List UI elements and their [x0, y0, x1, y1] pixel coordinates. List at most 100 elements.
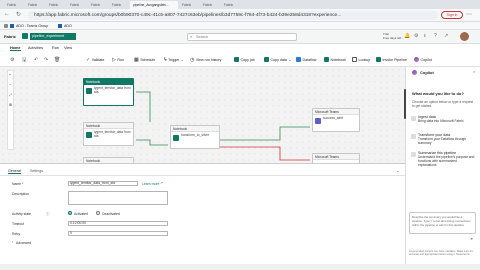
learn-more-link[interactable]: Learn more — [142, 182, 159, 186]
advanced-toggle[interactable]: Advanced — [16, 241, 31, 245]
search-input[interactable]: Search — [187, 33, 297, 41]
back-icon[interactable]: ← — [4, 11, 10, 17]
share-icon[interactable]: ↗ — [444, 33, 448, 39]
name-input[interactable]: lygent_ternitar_data_from_sfa — [68, 181, 138, 186]
settings-icon[interactable]: ⚙ — [414, 33, 418, 39]
address-bar[interactable]: https://app.fabric.microsoft.com/groups/… — [28, 11, 438, 20]
radio-deactivated[interactable] — [96, 211, 100, 215]
close-icon[interactable]: × — [473, 69, 475, 74]
tab-home[interactable]: Home — [10, 46, 21, 51]
browser-tab[interactable]: Fabric — [88, 1, 108, 9]
apps-icon[interactable] — [4, 24, 8, 28]
summarize-icon — [411, 152, 416, 157]
pipeline-icon — [22, 33, 28, 39]
browser-tab[interactable]: Fabric — [179, 1, 199, 9]
activity-state-label: Activity state — [12, 212, 32, 216]
browser-tab[interactable]: Fabric — [46, 1, 66, 9]
copy-data-icon — [264, 57, 269, 62]
description-field[interactable] — [68, 191, 168, 205]
delete-icon[interactable]: 🗑 — [54, 57, 60, 63]
suggestion-summarize[interactable]: Summarize this pipeline Understand the p… — [418, 151, 476, 167]
validate-label: Validate — [91, 57, 105, 62]
tab-general[interactable]: General — [8, 169, 21, 174]
browser-tab[interactable]: Fabric — [109, 1, 129, 9]
browser-tab[interactable]: Fabric — [200, 1, 220, 9]
notebook-button[interactable]: Notebook — [324, 57, 346, 62]
trigger-icon: ϟ — [164, 57, 167, 63]
pipeline-name-tab[interactable]: pipeline_experiment — [30, 33, 76, 40]
history-icon: ◷ — [190, 57, 195, 63]
run-label: Run — [117, 57, 124, 62]
suggestion-transform[interactable]: Transform your data Transform your Dataf… — [418, 133, 476, 145]
name-label: Name * — [12, 182, 24, 186]
view-run-history-button[interactable]: ◷ View run history — [190, 57, 221, 63]
signin-button[interactable]: Sign in — [441, 11, 463, 19]
activity-node-teams-failure[interactable]: Microsoft Teams — [312, 153, 360, 163]
copy-data-button[interactable]: Copy data ⌄ — [264, 57, 291, 62]
copilot-disclaimer: AI-generated content can have mistakes. … — [409, 250, 473, 256]
activity-node-notebook-2[interactable]: Notebook lygent_ternitar_data from sfa — [83, 122, 134, 146]
timeout-input[interactable]: 0.12:00:00 — [68, 221, 168, 226]
app-name[interactable]: Fabric — [4, 34, 16, 39]
validate-button[interactable]: ✓ Validate — [86, 57, 105, 63]
lookup-button[interactable]: Lookup — [352, 57, 370, 62]
resize-handle[interactable] — [404, 89, 406, 119]
activity-node-notebook-1[interactable]: Notebook lygent_ternitar_data from sfa — [83, 78, 134, 106]
copy-job-button[interactable]: Copy job — [234, 57, 255, 62]
divider — [0, 175, 405, 176]
redo-icon[interactable]: ↷ — [44, 57, 48, 63]
invoke-pipeline-label: Invoke Pipeline — [382, 57, 407, 62]
collapse-icon[interactable]: ⌄ — [396, 168, 399, 173]
retry-input[interactable]: 0 — [68, 231, 168, 236]
avatar[interactable] — [460, 32, 469, 41]
copilot-prompt-input[interactable]: Describe the summary you would like a pi… — [409, 212, 476, 234]
timeout-label: Timeout — [12, 222, 25, 226]
copilot-button[interactable]: Copilot — [414, 57, 432, 62]
bell-icon[interactable]: 🔔 — [404, 33, 410, 39]
suggestion-desc: Transform your Dataflow through summary — [418, 137, 467, 145]
chevron-right-icon: › — [12, 240, 14, 244]
notebook-icon — [86, 132, 92, 138]
activity-node-teams-success[interactable]: Microsoft Teams success_alert — [312, 108, 360, 132]
save-icon[interactable]: 🖫 — [22, 57, 26, 65]
help-icon[interactable]: ? — [434, 33, 437, 39]
favorites-bar: ADO : Teams Group ADO — [0, 22, 480, 30]
browser-tab[interactable]: Fabric — [67, 1, 87, 9]
suggestion-ingest[interactable]: Ingest data Bring data into Microsoft Fa… — [418, 115, 476, 123]
node-name: success_alert — [323, 116, 344, 120]
ingest-icon — [411, 116, 416, 121]
favorite-link[interactable]: ADO : Teams Group — [16, 22, 48, 30]
reload-icon[interactable]: ↻ — [16, 11, 21, 18]
ribbon-toolbar: ⚙ 🖫 ↶ ↷ 🗑 ✓ Validate ▷ Run ▦ Schedule ϟ Trig… — [0, 53, 480, 67]
tab-run[interactable]: Run — [52, 46, 59, 50]
run-button[interactable]: ▷ Run — [112, 57, 124, 63]
copilot-icon — [414, 57, 419, 62]
favorite-link[interactable]: ADO — [64, 22, 72, 30]
browser-tab-active[interactable]: pipeline_Ausgangsleis... — [130, 1, 178, 9]
copy-data-label: Copy data — [270, 57, 287, 62]
node-name: transform_to_silver — [181, 133, 210, 137]
more-icon[interactable]: ⋯ — [466, 11, 472, 18]
radio-activated[interactable] — [68, 211, 72, 215]
browser-tab[interactable]: Fabric — [25, 1, 45, 9]
dataflow-button[interactable]: Dataflow — [296, 57, 316, 62]
settings-icon[interactable]: ⚙ — [10, 57, 14, 63]
browser-tab[interactable]: Fabric — [221, 1, 241, 9]
trigger-button[interactable]: ϟ Trigger ⌄ — [164, 57, 184, 63]
activity-node-transform[interactable]: Notebook transform_to_silver — [170, 125, 220, 149]
node-name: lygent_ternitar_data from sfa — [94, 130, 131, 138]
invoke-pipeline-button[interactable]: Invoke Pipeline — [376, 57, 407, 62]
download-icon[interactable]: ⭳ — [424, 33, 426, 41]
undo-icon[interactable]: ↶ — [34, 57, 38, 63]
pipeline-canvas[interactable]: + − ⤢ ⊞ Notebook lygent_ternitar_data fr… — [0, 67, 405, 163]
schedule-button[interactable]: ▦ Schedule — [134, 57, 155, 63]
tab-view[interactable]: View — [64, 46, 72, 50]
send-icon[interactable]: ➤ — [470, 236, 473, 241]
browser-tab[interactable]: Fabric — [4, 1, 24, 9]
node-type-label: Microsoft Teams — [313, 154, 359, 160]
tab-settings[interactable]: Settings — [30, 169, 43, 173]
copilot-icon — [412, 70, 417, 75]
dataflow-icon — [296, 57, 301, 62]
tab-activities[interactable]: Activities — [28, 46, 43, 50]
retry-label: Retry — [12, 232, 21, 236]
